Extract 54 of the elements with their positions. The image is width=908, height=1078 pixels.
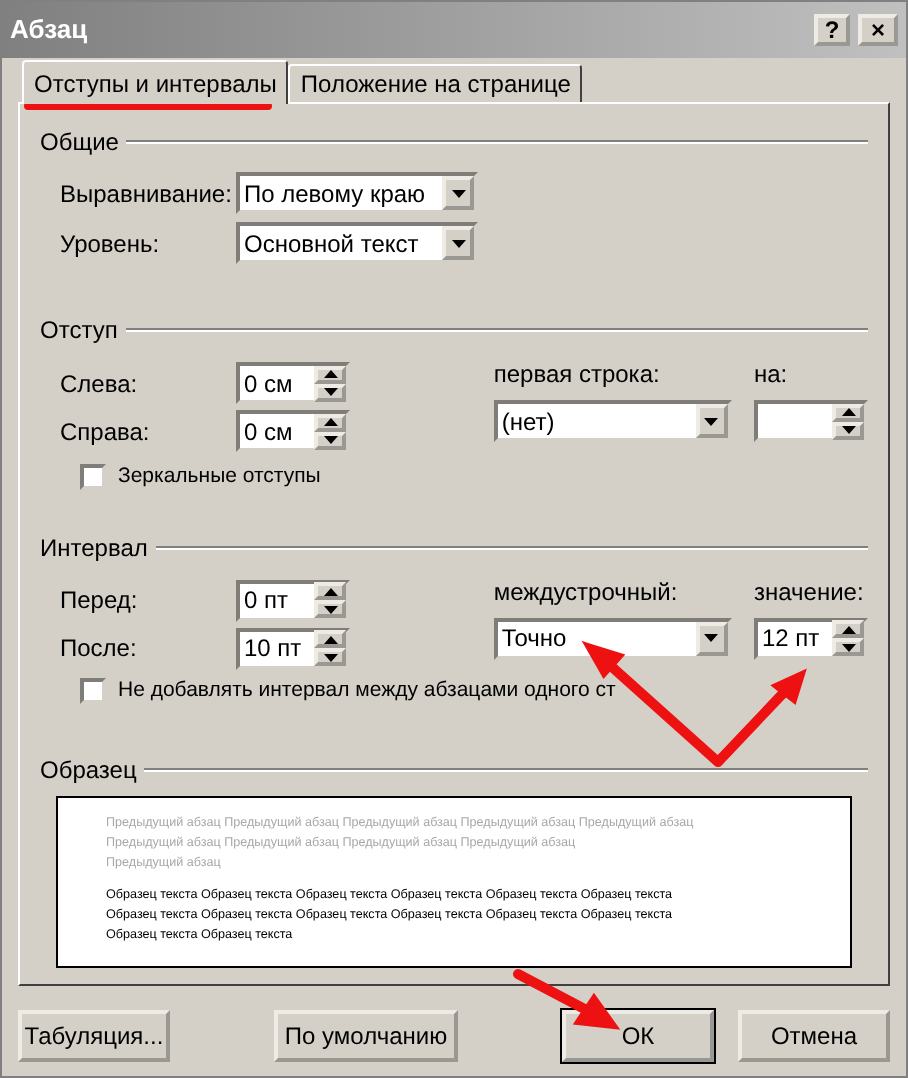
dialog-button[interactable]: ОК [562,1010,714,1062]
tab[interactable]: Отступы и интервалы [22,60,289,104]
group-title: Отступ [40,314,118,348]
dropdown-arrow-icon[interactable] [451,189,465,197]
field-label: первая строка: [493,358,662,392]
field-label: После: [60,632,139,667]
down-arrow-icon[interactable] [841,643,855,652]
help-button[interactable]: ? [814,14,850,46]
dropdown-field[interactable]: (нет) [493,400,732,442]
annotation-arrow [513,969,621,1030]
down-arrow-icon[interactable] [323,388,337,396]
group-title: Интервал [40,531,148,566]
group-title: Образец [40,753,137,787]
up-arrow-icon[interactable] [841,625,855,634]
field-label: междустрочный: [493,575,680,610]
group-title: Общие [40,126,119,160]
spinner-field[interactable]: 0 см [236,362,350,404]
field-label: значение: [754,575,866,610]
up-arrow-icon[interactable] [323,587,337,596]
field-label: Справа: [60,415,152,449]
dropdown-arrow-icon[interactable] [451,239,465,247]
checkbox-label: Зеркальные отступы [118,462,321,492]
dialog-button[interactable]: Табуляция... [18,1010,170,1062]
field-label: Слева: [60,367,140,401]
up-arrow-icon[interactable] [323,418,337,426]
up-arrow-icon[interactable] [841,408,855,416]
down-arrow-icon[interactable] [323,605,337,614]
dropdown-field[interactable]: Основной текст [236,222,478,264]
spinner-field[interactable]: 12 пт [754,617,868,660]
spinner-field[interactable]: 10 пт [236,627,350,670]
down-arrow-icon[interactable] [841,426,855,434]
dialog-button[interactable]: По умолчанию [274,1010,458,1062]
dropdown-arrow-icon[interactable] [704,634,719,643]
field-label: Уровень: [60,227,162,261]
checkbox-label: Не добавлять интервал между абзацами одного ст [118,675,616,706]
dropdown-arrow-icon[interactable] [704,417,719,425]
spinner-field[interactable]: 0 пт [236,579,350,622]
up-arrow-icon[interactable] [323,635,337,644]
window-title: Абзац [10,12,90,49]
checkbox[interactable] [80,678,106,705]
dialog-button[interactable]: Отмена [738,1010,890,1062]
spinner-field[interactable] [754,400,868,442]
field-label: Выравнивание: [60,177,234,211]
spinner-field[interactable]: 0 см [236,410,350,452]
close-button[interactable]: × [858,14,898,46]
tab[interactable]: Положение на странице [288,64,583,102]
field-label: Перед: [60,584,140,619]
up-arrow-icon[interactable] [323,370,337,378]
checkbox[interactable] [80,464,106,491]
dropdown-field[interactable]: Точно [493,617,732,660]
down-arrow-icon[interactable] [323,653,337,662]
field-label: на: [754,358,790,392]
down-arrow-icon[interactable] [323,436,337,444]
dropdown-field[interactable]: По левому краю [236,172,478,214]
